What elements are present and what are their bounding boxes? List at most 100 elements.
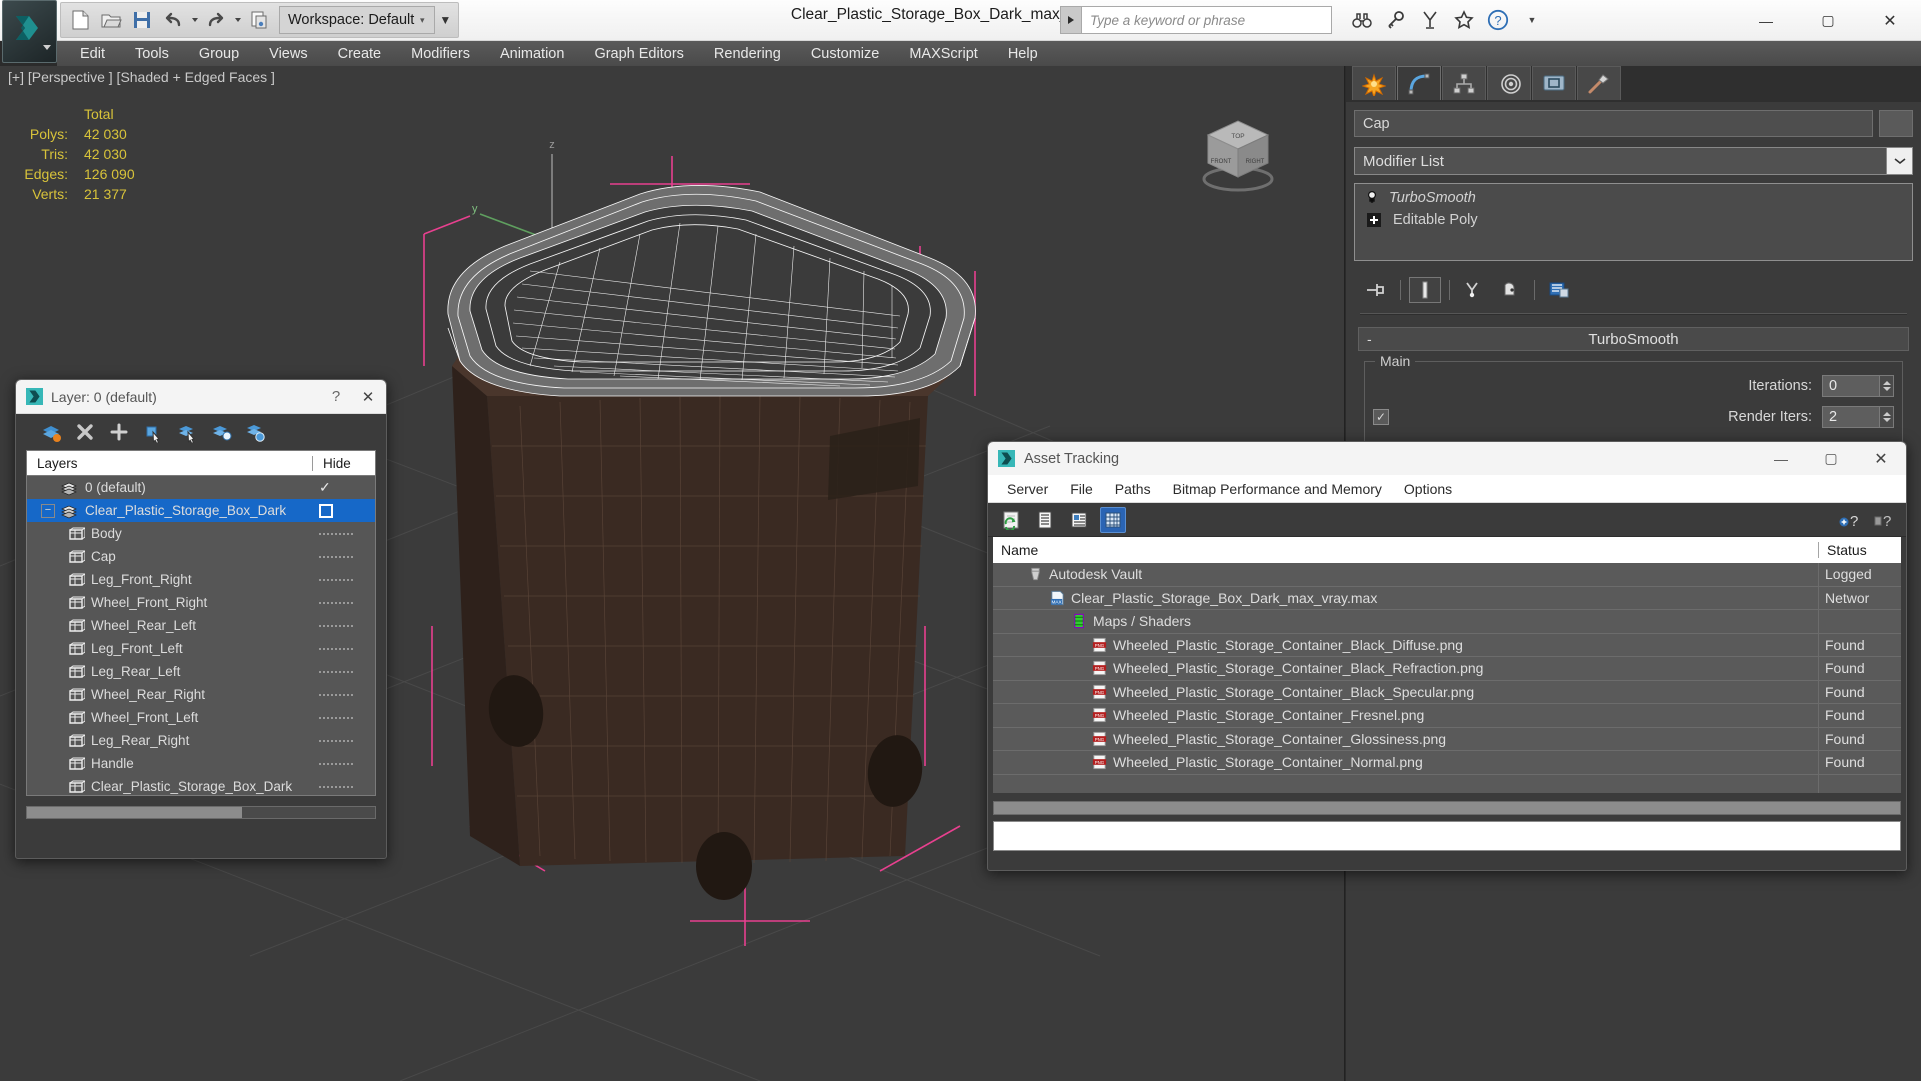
list-view-icon[interactable] [1032,507,1058,533]
open-file-icon[interactable] [96,5,126,35]
delete-layer-icon[interactable] [74,421,96,443]
undo-icon[interactable] [158,5,188,35]
asset-maximize-button[interactable]: ▢ [1806,442,1856,475]
show-end-result-icon[interactable] [1409,277,1441,303]
help-dropdown-icon[interactable]: ▼ [1518,6,1546,34]
key-icon[interactable] [1382,6,1410,34]
highlight-selected-objects-icon[interactable] [210,421,232,443]
search-box[interactable]: Type a keyword or phrase [1060,6,1332,34]
asset-menu-server[interactable]: Server [996,475,1059,503]
layer-list[interactable]: 0 (default) ✓ − Clear_Plastic_Storage_Bo… [26,476,376,796]
menu-graph-editors[interactable]: Graph Editors [579,41,698,66]
asset-close-button[interactable]: ✕ [1856,442,1906,475]
menu-tools[interactable]: Tools [120,41,184,66]
grid-view-icon[interactable] [1100,507,1126,533]
application-menu-button[interactable] [2,0,57,63]
asset-menu-bitmap-performance[interactable]: Bitmap Performance and Memory [1162,475,1393,503]
detail-view-icon[interactable] [1066,507,1092,533]
redo-dropdown-icon[interactable] [232,5,243,35]
lightbulb-icon[interactable] [1361,190,1383,206]
view-cube[interactable]: TOP FRONT RIGHT [1190,101,1286,197]
pin-stack-icon[interactable] [1360,277,1392,303]
search-expand-icon[interactable] [1060,6,1082,34]
render-iters-checkbox[interactable] [1373,409,1389,425]
modify-tab[interactable] [1397,66,1441,100]
asset-row-max-scene[interactable]: MAX Clear_Plastic_Storage_Box_Dark_max_v… [993,587,1901,611]
display-tab[interactable] [1532,66,1576,100]
asset-list[interactable]: Autodesk Vault Logged MAX Clear_Plastic_… [993,563,1901,793]
layer-object-row[interactable]: Cap [27,545,375,568]
menu-edit[interactable]: Edit [65,41,120,66]
asset-tracking-dialog[interactable]: Asset Tracking — ▢ ✕ Server File Paths B… [987,441,1907,871]
iterations-input[interactable]: 0 [1822,375,1880,397]
maximize-button[interactable]: ▢ [1797,0,1859,41]
motion-tab[interactable] [1487,66,1531,100]
layer-horizontal-scrollbar[interactable] [26,806,376,819]
asset-row-autodesk-vault[interactable]: Autodesk Vault Logged [993,563,1901,587]
menu-modifiers[interactable]: Modifiers [396,41,485,66]
utilities-tab[interactable] [1577,66,1621,100]
layer-row-default[interactable]: 0 (default) ✓ [27,476,375,499]
modifier-stack-item-turbosmooth[interactable]: TurboSmooth [1355,187,1912,209]
satellite-icon[interactable] [1416,6,1444,34]
binoculars-icon[interactable] [1348,6,1376,34]
workspace-more-icon[interactable]: ▼ [436,5,454,35]
close-button[interactable]: ✕ [1859,0,1921,41]
redo-icon[interactable] [201,5,231,35]
asset-row-texture[interactable]: PNG Wheeled_Plastic_Storage_Container_Bl… [993,634,1901,658]
search-input[interactable]: Type a keyword or phrase [1082,6,1332,34]
asset-row-texture[interactable]: PNG Wheeled_Plastic_Storage_Container_Fr… [993,704,1901,728]
layer-row-clear-plastic-storage-box-dark[interactable]: − Clear_Plastic_Storage_Box_Dark [27,499,375,522]
create-tab[interactable] [1352,66,1396,100]
menu-help[interactable]: Help [993,41,1053,66]
save-file-icon[interactable] [127,5,157,35]
layer-object-row[interactable]: Wheel_Front_Right [27,591,375,614]
menu-rendering[interactable]: Rendering [699,41,796,66]
make-unique-icon[interactable] [1458,277,1490,303]
asset-row-maps-shaders[interactable]: Maps / Shaders [993,610,1901,634]
configure-modifier-sets-icon[interactable] [1543,277,1575,303]
asset-row-texture[interactable]: PNG Wheeled_Plastic_Storage_Container_Bl… [993,657,1901,681]
layer-scrollbar-thumb[interactable] [27,807,242,818]
rollout-header[interactable]: - TurboSmooth [1358,327,1909,351]
layer-object-row[interactable]: Wheel_Rear_Left [27,614,375,637]
plus-box-icon[interactable] [1363,213,1385,227]
asset-row-texture[interactable]: PNG Wheeled_Plastic_Storage_Container_No… [993,751,1901,775]
object-name-field[interactable]: Cap [1354,110,1873,137]
menu-views[interactable]: Views [254,41,322,66]
asset-minimize-button[interactable]: — [1756,442,1806,475]
layer-object-row[interactable]: Wheel_Rear_Right [27,683,375,706]
asset-row-texture[interactable]: PNG Wheeled_Plastic_Storage_Container_Bl… [993,681,1901,705]
layer-object-row[interactable]: Body [27,522,375,545]
layer-properties-icon[interactable] [244,421,266,443]
workspace-selector[interactable]: Workspace: Default ▾ [279,6,435,34]
select-objects-in-layer-icon[interactable] [142,421,164,443]
asset-row-texture[interactable]: PNG Wheeled_Plastic_Storage_Container_Gl… [993,728,1901,752]
add-selection-to-layer-icon[interactable] [108,421,130,443]
refresh-icon[interactable] [998,507,1024,533]
modifier-stack-item-editable-poly[interactable]: Editable Poly [1355,209,1912,231]
layer-help-button[interactable]: ? [322,388,350,405]
modifier-stack[interactable]: TurboSmooth Editable Poly [1354,183,1913,261]
menu-animation[interactable]: Animation [485,41,579,66]
layer-object-row[interactable]: Clear_Plastic_Storage_Box_Dark [27,775,375,796]
layer-object-row[interactable]: Leg_Front_Right [27,568,375,591]
layer-expander-icon[interactable]: − [41,504,55,518]
render-iters-input[interactable]: 2 [1822,406,1880,428]
menu-group[interactable]: Group [184,41,254,66]
menu-maxscript[interactable]: MAXScript [894,41,993,66]
undo-dropdown-icon[interactable] [189,5,200,35]
help-question-icon[interactable]: ? [1484,6,1512,34]
layer-object-row[interactable]: Leg_Front_Left [27,637,375,660]
menu-customize[interactable]: Customize [796,41,895,66]
layer-hide-checkbox[interactable] [313,504,375,518]
project-folder-icon[interactable] [244,5,274,35]
remove-modifier-icon[interactable] [1494,277,1526,303]
layer-close-button[interactable]: ✕ [350,388,386,406]
select-highlighted-objects-icon[interactable] [176,421,198,443]
modifier-list-dropdown[interactable]: Modifier List [1354,147,1887,175]
rollout-collapse-icon[interactable]: - [1367,331,1372,347]
layer-current-check[interactable]: ✓ [313,479,375,496]
chevron-down-icon[interactable] [1887,147,1913,175]
render-iters-spinner[interactable] [1880,406,1894,428]
